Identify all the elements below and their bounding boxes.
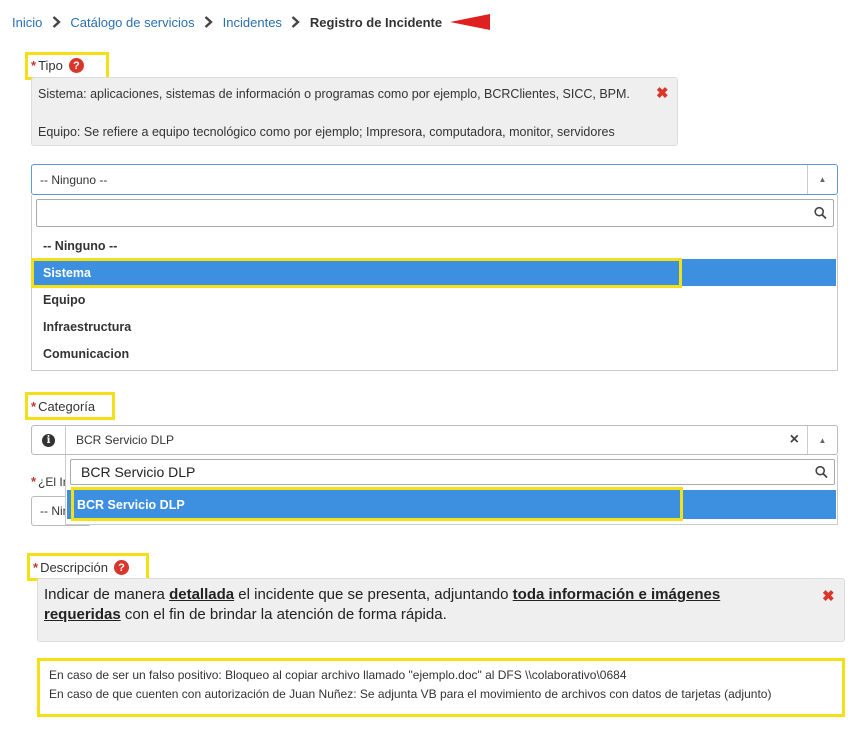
caret-up-icon[interactable]: ▲ <box>807 165 837 194</box>
close-icon[interactable]: ✖ <box>656 84 669 102</box>
breadcrumb-catalog-link[interactable]: Catálogo de servicios <box>70 15 194 30</box>
close-icon[interactable]: ✖ <box>822 587 835 605</box>
instructions-emphasis: toda información e imágenes <box>512 586 721 603</box>
sistema-highlight <box>31 258 682 288</box>
required-mark: * <box>31 399 37 414</box>
question-circle-icon[interactable]: ? <box>68 58 84 73</box>
tipo-option[interactable]: -- Ninguno -- <box>33 232 836 259</box>
instructions-emphasis: requeridas <box>44 606 121 623</box>
required-mark: * <box>31 58 37 73</box>
bcr-dlp-highlight <box>71 487 683 521</box>
tipo-option[interactable]: Equipo <box>33 286 836 313</box>
caret-up-icon[interactable]: ▲ <box>807 426 837 454</box>
categoria-label-text: Categoría <box>38 399 96 414</box>
breadcrumb-incidents-link[interactable]: Incidentes <box>223 15 282 30</box>
tipo-label: * Tipo ? <box>31 58 84 73</box>
clear-icon[interactable]: × <box>790 426 799 454</box>
search-icon <box>815 465 828 479</box>
categoria-label: * Categoría <box>31 399 95 414</box>
required-mark: * <box>33 560 39 575</box>
tipo-info-line1: Sistema: aplicaciones, sistemas de infor… <box>38 87 630 101</box>
tipo-info-line2: Equipo: Se refiere a equipo tecnológico … <box>38 125 615 139</box>
categoria-select-value: BCR Servicio DLP <box>76 433 175 447</box>
categoria-search-value: BCR Servicio DLP <box>81 464 196 480</box>
info-icon: i <box>42 433 55 447</box>
instructions-text: el incidente que se presenta, adjuntando <box>234 586 513 603</box>
chevron-right-icon <box>195 16 223 28</box>
tipo-info-box: Sistema: aplicaciones, sistemas de infor… <box>31 77 678 146</box>
chevron-right-icon <box>282 16 310 28</box>
instructions-text: con el fin de brindar la atención de for… <box>120 606 447 623</box>
descripcion-label-text: Descripción <box>40 560 108 575</box>
question-circle-icon[interactable]: ? <box>113 560 129 575</box>
example-line1: En caso de ser un falso positivo: Bloque… <box>49 668 627 682</box>
search-icon <box>814 206 827 220</box>
descripcion-instructions: Indicar de manera detallada el incidente… <box>44 585 804 625</box>
tipo-search-input[interactable] <box>36 199 834 227</box>
breadcrumb-current: Registro de Incidente <box>309 14 443 30</box>
chevron-right-icon <box>42 16 70 28</box>
example-line2: En caso de que cuenten con autorización … <box>49 687 772 701</box>
instructions-text: Indicar de manera <box>44 586 170 603</box>
categoria-select[interactable]: i BCR Servicio DLP × ▲ <box>31 425 838 455</box>
descripcion-info-box: Indicar de manera detallada el incidente… <box>37 578 845 642</box>
breadcrumb: Inicio Catálogo de servicios Incidentes … <box>12 12 491 32</box>
descripcion-label: * Descripción ? <box>33 560 129 575</box>
red-arrow-icon <box>450 14 491 30</box>
required-mark: * <box>31 474 37 489</box>
categoria-search-input[interactable]: BCR Servicio DLP <box>70 459 835 485</box>
tipo-option[interactable]: Comunicacion <box>33 340 836 367</box>
tipo-option[interactable]: Infraestructura <box>33 313 836 340</box>
descripcion-textarea[interactable]: En caso de ser un falso positivo: Bloque… <box>40 661 842 714</box>
tipo-select[interactable]: -- Ninguno -- ▲ <box>31 164 838 195</box>
breadcrumb-home-link[interactable]: Inicio <box>12 15 42 30</box>
instructions-emphasis: detallada <box>169 586 235 603</box>
tipo-select-value: -- Ninguno -- <box>40 172 108 187</box>
hidden-field-label: * ¿El In <box>31 474 69 489</box>
tipo-label-text: Tipo <box>38 58 63 73</box>
info-icon-zone[interactable]: i <box>32 426 66 454</box>
